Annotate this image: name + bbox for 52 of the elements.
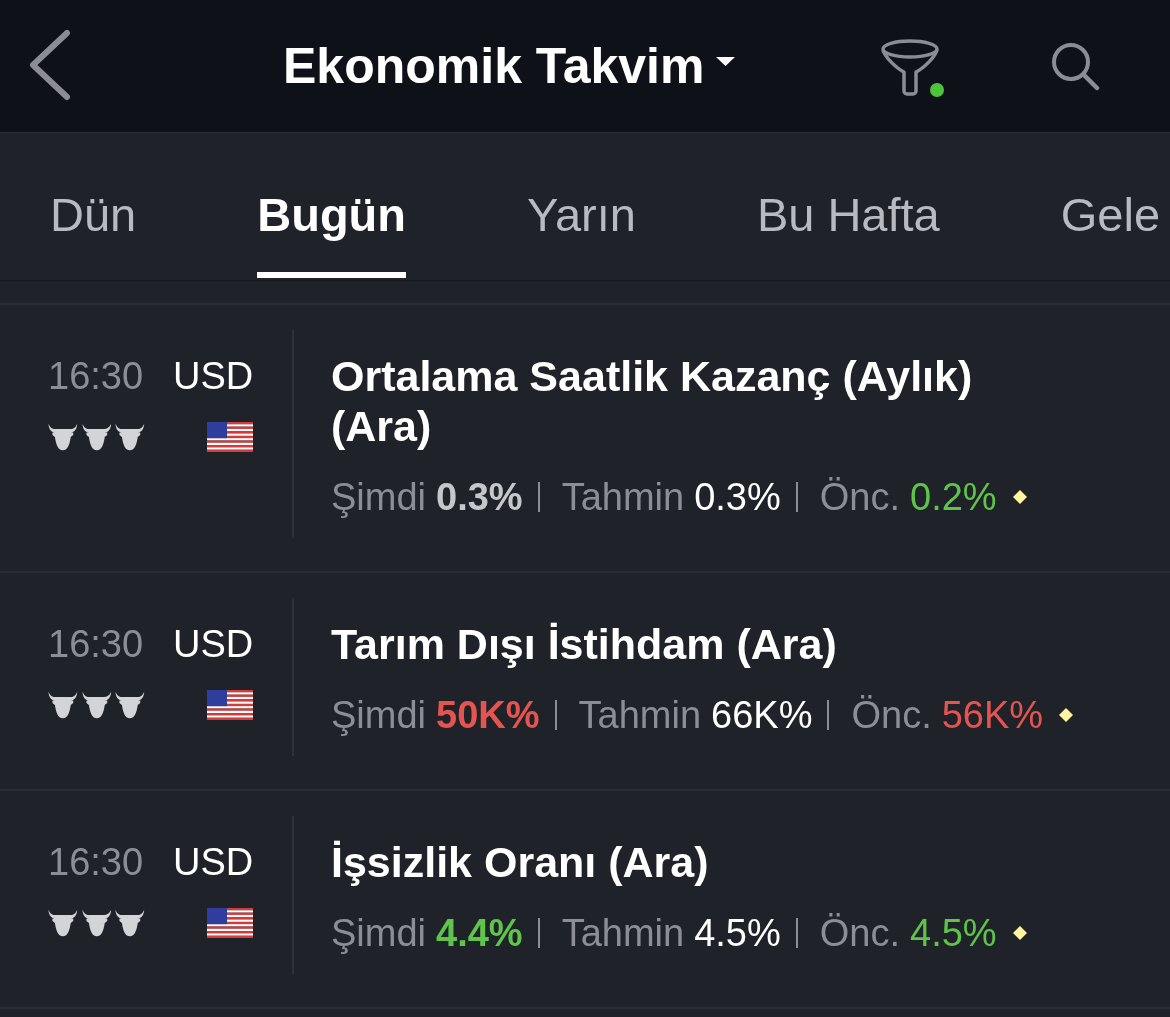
- search-icon: [1050, 41, 1100, 91]
- previous-label: Önc.: [819, 475, 901, 519]
- back-button[interactable]: [28, 29, 72, 101]
- bull-icon: [81, 909, 112, 937]
- bull-icon: [48, 691, 78, 719]
- bull-icon: [81, 691, 112, 719]
- actual-label: Şimdi: [331, 693, 427, 737]
- previous-label: Önc.: [819, 911, 901, 955]
- title-dropdown[interactable]: Ekonomik Takvim: [283, 36, 736, 96]
- actual-value: 4.4%: [436, 911, 523, 955]
- bull-icon: [48, 423, 78, 451]
- tab[interactable]: Dün: [50, 187, 137, 278]
- event-time: 16:30: [48, 354, 145, 399]
- actual-label: Şimdi: [331, 475, 427, 519]
- bull-icon: [48, 909, 78, 937]
- forecast-value: 66K%: [711, 693, 813, 737]
- bull-icon: [115, 691, 145, 719]
- currency-code: USD: [173, 354, 255, 399]
- bull-icon: [115, 909, 145, 937]
- currency-code: USD: [173, 622, 255, 667]
- filter-button[interactable]: [880, 39, 946, 97]
- event-time: 16:30: [48, 840, 145, 885]
- previous-value: 4.5%: [910, 911, 997, 955]
- tab[interactable]: Yarın: [527, 187, 636, 278]
- forecast-label: Tahmin: [561, 475, 685, 519]
- actual-value: 0.3%: [436, 475, 523, 519]
- forecast-value: 0.3%: [694, 475, 781, 519]
- forecast-value: 4.5%: [694, 911, 781, 955]
- previous-label: Önc.: [851, 693, 932, 737]
- flag-icon: [206, 908, 253, 938]
- previous-value: 56K%: [941, 693, 1044, 737]
- actual-value: 50K%: [436, 693, 540, 737]
- previous-value: 0.2%: [910, 475, 997, 519]
- flag-icon: [206, 690, 253, 720]
- funnel-icon: [880, 39, 940, 97]
- bull-icon: [115, 423, 145, 451]
- tab[interactable]: Bugün: [257, 187, 406, 278]
- forecast-label: Tahmin: [561, 911, 685, 955]
- event-title: Tarım Dışı İstihdam (Ara): [331, 619, 838, 669]
- chevron-left-icon: [28, 29, 72, 101]
- event-title: İşsizlik Oranı (Ara): [331, 837, 710, 887]
- tab[interactable]: Bu Hafta: [756, 187, 940, 278]
- currency-code: USD: [173, 840, 255, 885]
- actual-label: Şimdi: [331, 911, 427, 955]
- forecast-label: Tahmin: [578, 693, 702, 737]
- bull-icon: [81, 423, 112, 451]
- event-title: Ortalama Saatlik Kazanç (Aylık) (Ara): [331, 351, 974, 451]
- tab[interactable]: Gele: [1060, 187, 1161, 278]
- search-button[interactable]: [1050, 41, 1100, 91]
- caret-down-icon: [716, 56, 736, 66]
- flag-icon: [206, 422, 253, 452]
- event-time: 16:30: [48, 622, 145, 667]
